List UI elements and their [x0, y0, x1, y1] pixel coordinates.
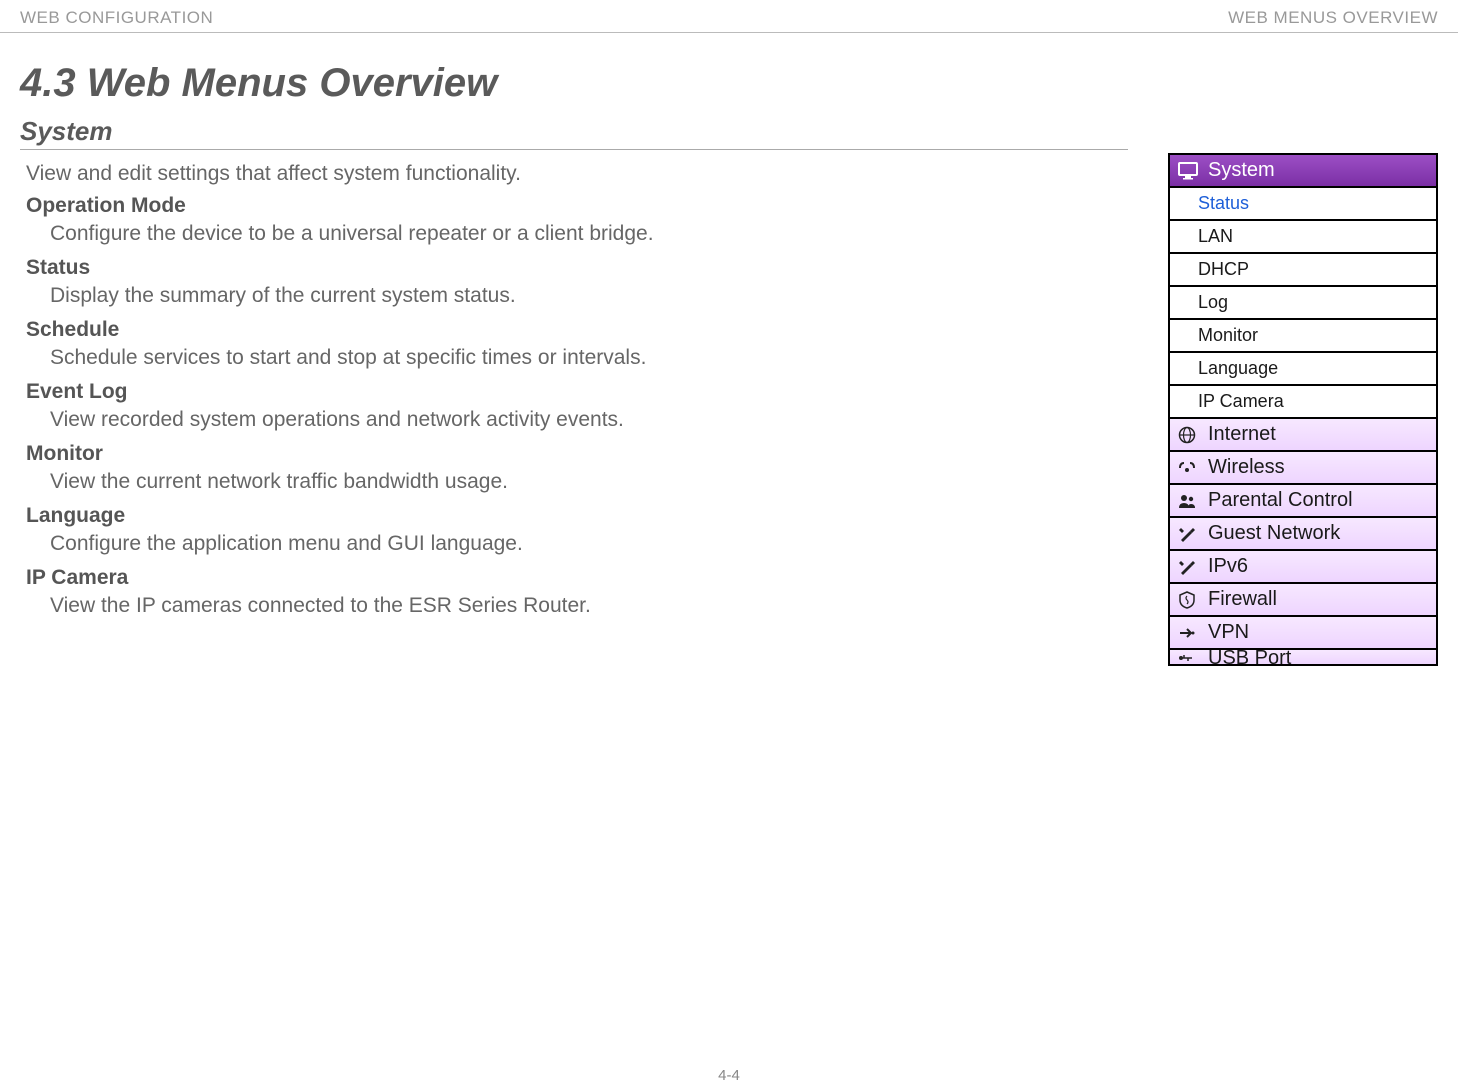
item-desc: Display the summary of the current syste… [50, 284, 1128, 308]
item-title: IP Camera [26, 566, 1128, 590]
item-desc: View the current network traffic bandwid… [50, 470, 1128, 494]
tools-icon [1178, 558, 1200, 576]
people-icon [1178, 493, 1200, 509]
menu-ipv6[interactable]: IPv6 [1170, 551, 1436, 584]
item-title: Operation Mode [26, 194, 1128, 218]
header-right: WEB MENUS OVERVIEW [1228, 8, 1438, 28]
menu-guest-network[interactable]: Guest Network [1170, 518, 1436, 551]
item-title: Language [26, 504, 1128, 528]
submenu-log[interactable]: Log [1170, 287, 1436, 320]
menu-parental-control[interactable]: Parental Control [1170, 485, 1436, 518]
page-title: 4.3 Web Menus Overview [20, 61, 1128, 106]
submenu-dhcp[interactable]: DHCP [1170, 254, 1436, 287]
item-title: Event Log [26, 380, 1128, 404]
submenu-monitor[interactable]: Monitor [1170, 320, 1436, 353]
submenu-ip-camera[interactable]: IP Camera [1170, 386, 1436, 419]
shield-icon [1178, 591, 1200, 609]
menu-label: Firewall [1208, 588, 1277, 611]
header-left: WEB CONFIGURATION [20, 8, 213, 28]
monitor-icon [1178, 162, 1198, 180]
item-title: Status [26, 256, 1128, 280]
menu-firewall[interactable]: Firewall [1170, 584, 1436, 617]
item-desc: View recorded system operations and netw… [50, 408, 1128, 432]
submenu-lan[interactable]: LAN [1170, 221, 1436, 254]
item-desc: Configure the application menu and GUI l… [50, 532, 1128, 556]
menu-label: Parental Control [1208, 489, 1353, 512]
submenu-language[interactable]: Language [1170, 353, 1436, 386]
menu-wireless[interactable]: Wireless [1170, 452, 1436, 485]
menu-vpn[interactable]: VPN [1170, 617, 1436, 650]
menu-header-label: System [1208, 159, 1275, 182]
menu-label: Internet [1208, 423, 1276, 446]
arrow-icon [1178, 626, 1200, 640]
tools-icon [1178, 525, 1200, 543]
menu-usb-port[interactable]: USB Port [1170, 650, 1436, 664]
item-desc: Schedule services to start and stop at s… [50, 346, 1128, 370]
menu-label: VPN [1208, 621, 1249, 644]
item-title: Schedule [26, 318, 1128, 342]
globe-icon [1178, 426, 1200, 444]
menu-header-system[interactable]: System [1170, 155, 1436, 188]
wireless-icon [1178, 461, 1200, 475]
page-number: 4-4 [0, 1067, 1458, 1084]
item-title: Monitor [26, 442, 1128, 466]
divider [0, 32, 1458, 33]
item-desc: Configure the device to be a universal r… [50, 222, 1128, 246]
main-content: 4.3 Web Menus Overview System View and e… [20, 43, 1168, 666]
item-desc: View the IP cameras connected to the ESR… [50, 594, 1128, 618]
menu-label: IPv6 [1208, 555, 1248, 578]
intro-text: View and edit settings that affect syste… [26, 162, 1128, 186]
nav-menu: System Status LAN DHCP Log Monitor Langu… [1168, 153, 1438, 666]
submenu-status[interactable]: Status [1170, 188, 1436, 221]
menu-internet[interactable]: Internet [1170, 419, 1436, 452]
section-heading: System [20, 116, 1128, 150]
menu-label: Wireless [1208, 456, 1285, 479]
menu-label: Guest Network [1208, 522, 1340, 545]
usb-icon [1178, 651, 1200, 664]
menu-label: USB Port [1208, 650, 1291, 664]
